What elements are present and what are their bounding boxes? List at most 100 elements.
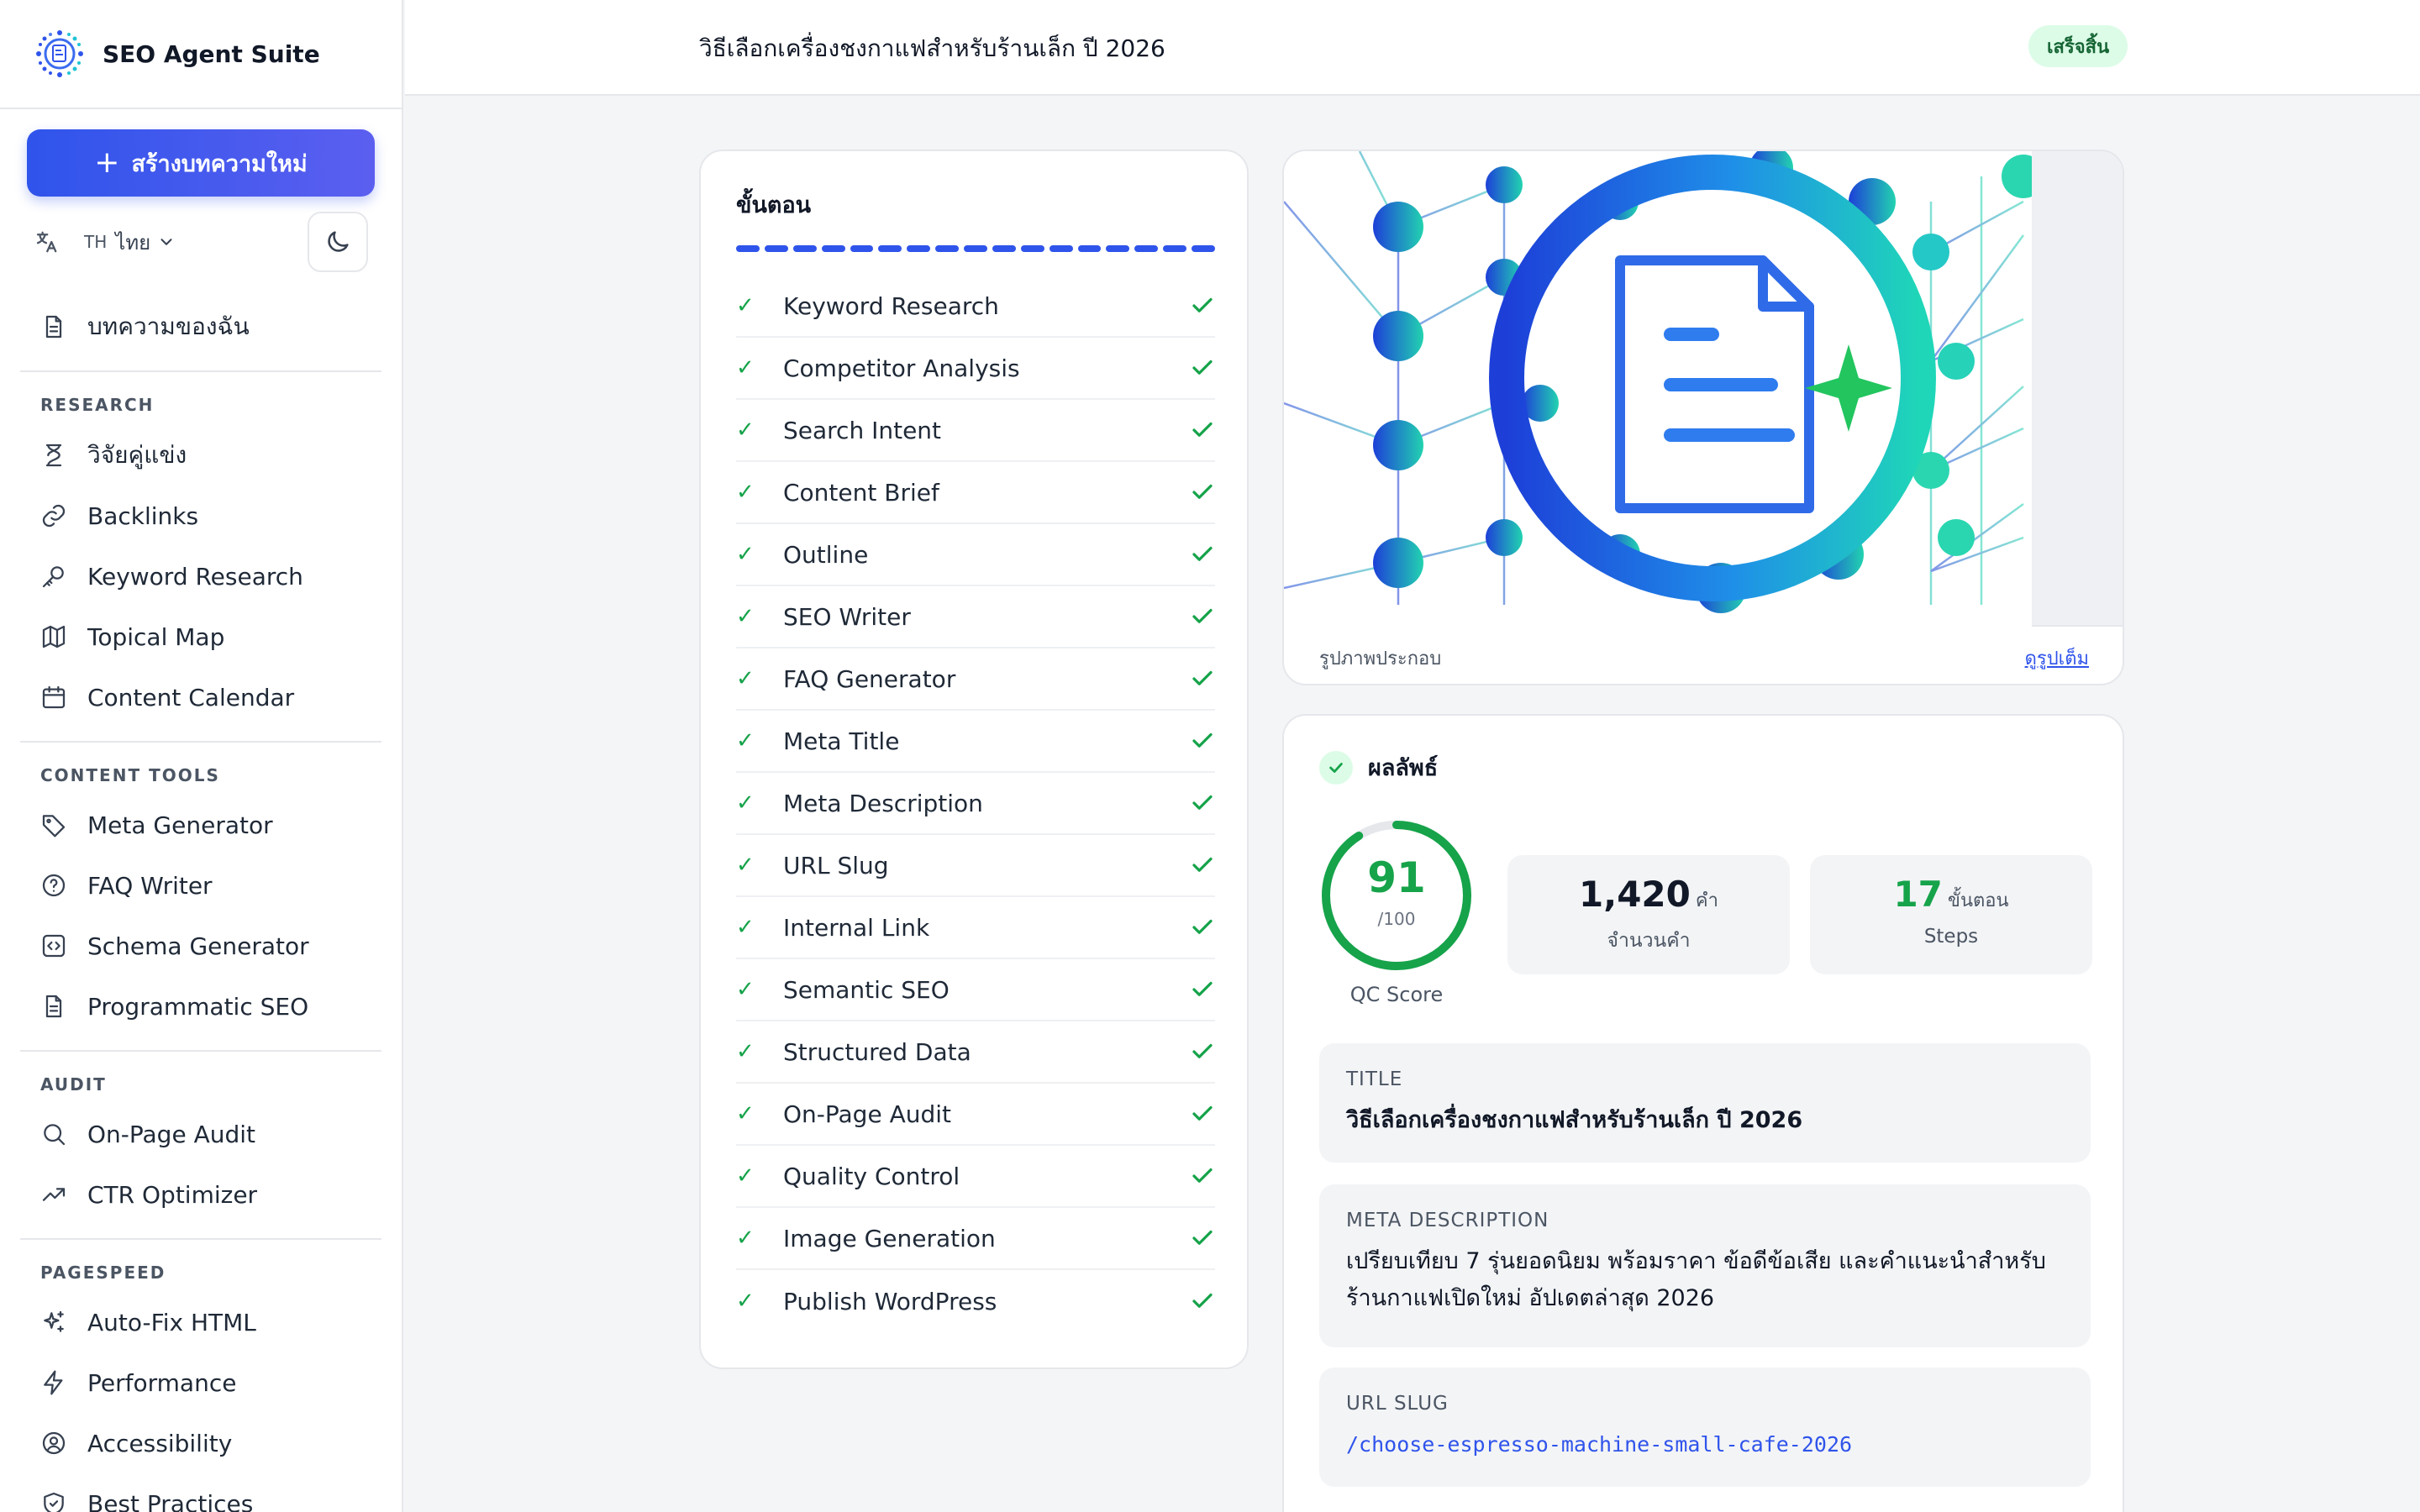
page-title: วิธีเลือกเครื่องชงกาแฟสำหรับร้านเล็ก ปี … (699, 34, 1165, 62)
progress-segment (1020, 245, 1044, 252)
check-icon (1192, 546, 1213, 561)
check-icon (1192, 795, 1213, 810)
language-select[interactable]: TH ไทย (84, 226, 176, 259)
divider (20, 370, 381, 372)
sparkles-icon (44, 1310, 64, 1332)
nav-label: Keyword Research (87, 562, 303, 591)
nav-topical-map[interactable]: Topical Map (20, 611, 381, 663)
nav-programmatic-seo[interactable]: Programmatic SEO (20, 980, 381, 1032)
app-name: SEO Agent Suite (103, 39, 320, 68)
progress-segment (764, 245, 788, 252)
step-label: Meta Title (783, 727, 900, 755)
search-icon (44, 1124, 66, 1146)
image-caption: รูปภาพประกอบ (1319, 648, 1442, 669)
nav-label: Meta Generator (87, 811, 273, 839)
nav-label: วิจัยคู่แข่ง (87, 441, 187, 469)
plus-icon: + (94, 145, 120, 180)
qc-score-value: 91 (1367, 853, 1426, 902)
divider (20, 1238, 381, 1240)
nav-keyword-research[interactable]: Keyword Research (20, 550, 381, 602)
nav-label: Performance (87, 1368, 237, 1397)
theme-toggle-button[interactable] (308, 212, 368, 272)
new-article-label: สร้างบทความใหม่ (131, 150, 308, 177)
nav-schema-generator[interactable]: Schema Generator (20, 920, 381, 972)
calendar-icon (42, 685, 66, 709)
check-icon (1192, 1168, 1213, 1183)
nav-label: Programmatic SEO (87, 992, 309, 1021)
step-row: ✓ Meta Description (736, 773, 1215, 835)
nav-accessibility[interactable]: Accessibility (20, 1417, 381, 1469)
nav-ctr-optimizer[interactable]: CTR Optimizer (20, 1168, 381, 1221)
steps-card: ขั้นตอน ✓ Keyword Research ✓ Competitor Ana… (699, 150, 1249, 1369)
url-slug-value[interactable]: /choose-espresso-machine-small-cafe-2026 (1346, 1426, 2069, 1463)
progress-segment (1077, 245, 1102, 252)
progress-segment (1192, 245, 1215, 252)
step-label: Structured Data (783, 1037, 971, 1066)
nav-label: Accessibility (87, 1429, 233, 1457)
check-icon (1192, 670, 1213, 685)
check-circle-icon (1319, 750, 1353, 785)
generated-image[interactable] (1284, 151, 2123, 627)
step-status-tick: ✓ (736, 417, 755, 443)
step-label: Image Generation (783, 1224, 996, 1252)
brand[interactable]: SEO Agent Suite (0, 0, 402, 109)
nav-on-page-audit[interactable]: On-Page Audit (20, 1108, 381, 1160)
step-row: ✓ URL Slug (736, 835, 1215, 897)
step-label: Publish WordPress (783, 1287, 997, 1315)
steps-count-label: Steps (1923, 926, 1979, 948)
nav-backlinks[interactable]: Backlinks (20, 490, 381, 542)
document-icon (45, 315, 62, 339)
nav-label: FAQ Writer (87, 871, 213, 900)
progress-segment (878, 245, 902, 252)
nav-auto-fix-html[interactable]: Auto-Fix HTML (20, 1296, 381, 1348)
nav-meta-generator[interactable]: Meta Generator (20, 799, 381, 851)
check-icon (1192, 297, 1213, 312)
nav-best-practices[interactable]: Best Practices (20, 1478, 381, 1512)
step-list: ✓ Keyword Research ✓ Competitor Analysis ✓ Se… (736, 276, 1215, 1332)
language-name: ไทย (115, 230, 151, 255)
tag-icon (42, 815, 66, 837)
nav-label: Backlinks (87, 501, 199, 530)
step-label: Competitor Analysis (783, 354, 1020, 382)
step-label: Outline (783, 540, 869, 569)
step-status-tick: ✓ (736, 1289, 755, 1314)
progress-segment (935, 245, 959, 252)
step-label: Quality Control (783, 1162, 960, 1190)
steps-progress (736, 245, 1215, 252)
translate-icon (36, 231, 57, 253)
divider (20, 1050, 381, 1052)
progress-segment (907, 245, 931, 252)
nav-label: บทความของฉัน (87, 312, 250, 340)
nav-label: Auto-Fix HTML (87, 1308, 256, 1336)
step-status-tick: ✓ (736, 542, 755, 567)
progress-segment (1163, 245, 1186, 252)
step-row: ✓ Semantic SEO (736, 959, 1215, 1021)
url-slug-label: URL SLUG (1346, 1393, 1449, 1415)
image-card: รูปภาพประกอบ ดูรูปเต็ม (1282, 150, 2124, 685)
nav-my-articles[interactable]: บทความของฉัน (20, 301, 381, 353)
section-label-audit: AUDIT (40, 1074, 107, 1095)
steps-stat: 17 ขั้นตอน Steps (1810, 855, 2092, 974)
progress-segment (792, 245, 817, 252)
language-row: TH ไทย (34, 212, 370, 272)
nav-content-calendar[interactable]: Content Calendar (20, 671, 381, 723)
step-label: Internal Link (783, 913, 930, 942)
code-square-icon (42, 934, 66, 958)
step-label: Search Intent (783, 416, 942, 444)
view-full-image-link[interactable]: ดูรูปเต็ม (2025, 643, 2089, 673)
app-logo-icon (36, 30, 83, 77)
progress-segment (850, 245, 874, 252)
check-icon (1192, 360, 1213, 375)
nav-performance[interactable]: Performance (20, 1357, 381, 1409)
sidebar: SEO Agent Suite + สร้างบทความใหม่ TH ไทย… (0, 0, 403, 1512)
nav-faq-writer[interactable]: FAQ Writer (20, 859, 381, 911)
nav-label: CTR Optimizer (87, 1180, 258, 1209)
step-label: Keyword Research (783, 291, 999, 320)
step-status-tick: ✓ (736, 480, 755, 505)
user-circle-icon (42, 1431, 66, 1455)
new-article-button[interactable]: + สร้างบทความใหม่ (27, 129, 375, 197)
progress-segment (736, 245, 760, 252)
nav-competitor-research[interactable]: วิจัยคู่แข่ง (20, 429, 381, 481)
status-badge: เสร็จสิ้น (2028, 25, 2128, 67)
step-status-tick: ✓ (736, 977, 755, 1002)
